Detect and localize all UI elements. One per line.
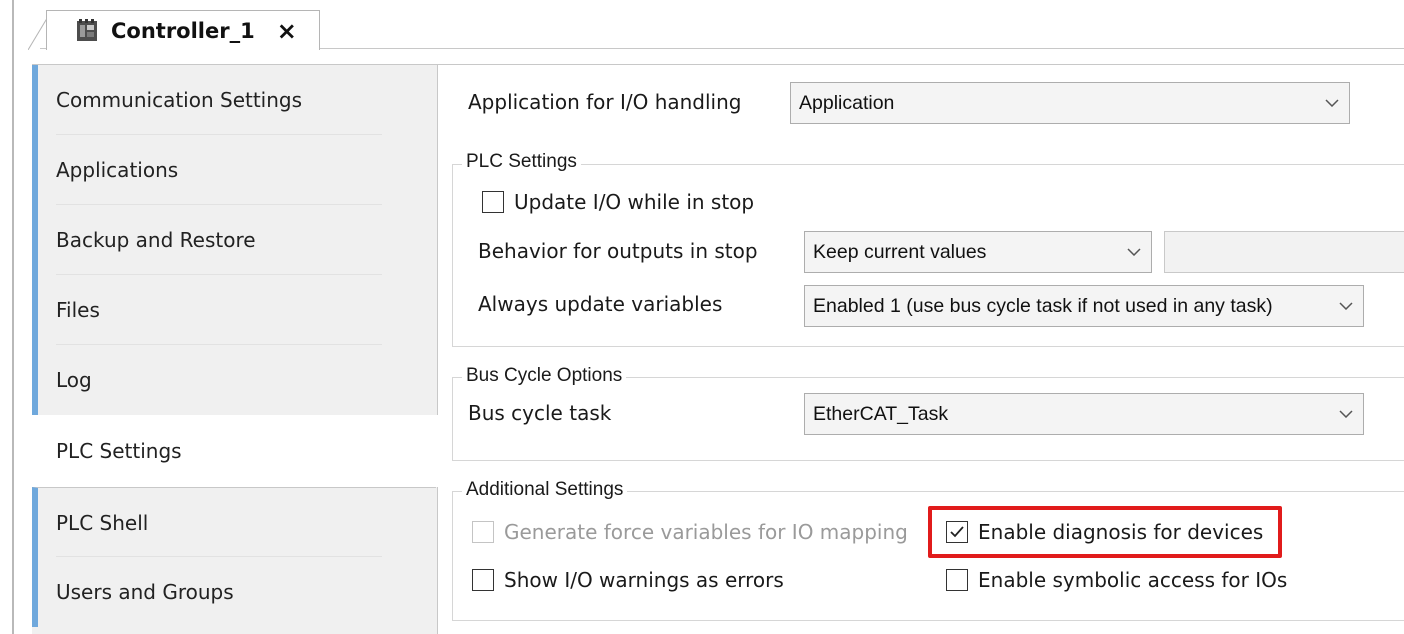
nav-item-label: Files: [56, 298, 100, 322]
checkbox-box: [946, 569, 968, 591]
nav-item-backup-restore[interactable]: Backup and Restore: [32, 205, 436, 275]
chevron-down-icon: [1315, 99, 1349, 107]
nav-item-label: PLC Shell: [56, 510, 149, 535]
app-io-value: Application: [799, 91, 895, 114]
tab-label: Controller_1: [111, 18, 255, 43]
nav-item-label: Communication Settings: [56, 88, 303, 112]
nav-item-label: PLC Settings: [56, 439, 182, 463]
close-icon[interactable]: ×: [277, 19, 297, 43]
always-update-select[interactable]: Enabled 1 (use bus cycle task if not use…: [804, 285, 1364, 327]
show-warnings-label: Show I/O warnings as errors: [504, 568, 784, 592]
nav-item-label: Backup and Restore: [56, 228, 256, 252]
show-warnings-checkbox[interactable]: Show I/O warnings as errors: [472, 568, 784, 592]
editor-left-margin: [0, 0, 14, 634]
bus-cycle-task-select[interactable]: EtherCAT_Task: [804, 393, 1364, 435]
checkbox-box: [482, 191, 504, 213]
symbolic-access-checkbox[interactable]: Enable symbolic access for IOs: [946, 568, 1287, 592]
bus-cycle-task-label: Bus cycle task: [468, 401, 612, 425]
additional-settings-group-title: Additional Settings: [462, 479, 628, 501]
nav-item-plc-settings[interactable]: PLC Settings: [32, 415, 438, 487]
nav-item-applications[interactable]: Applications: [32, 135, 436, 205]
checkbox-box: [472, 521, 494, 543]
nav-item-log[interactable]: Log: [32, 345, 436, 415]
chevron-down-icon: [1329, 410, 1363, 418]
force-variables-checkbox[interactable]: Generate force variables for IO mapping: [472, 520, 908, 544]
chevron-down-icon: [1117, 248, 1151, 256]
nav-item-files[interactable]: Files: [32, 275, 436, 345]
behavior-extra-field[interactable]: [1164, 231, 1404, 273]
bus-cycle-task-value: EtherCAT_Task: [813, 402, 949, 425]
bus-cycle-group-title: Bus Cycle Options: [462, 365, 627, 387]
tab-controller[interactable]: Controller_1 ×: [46, 10, 320, 50]
update-io-checkbox[interactable]: Update I/O while in stop: [482, 190, 754, 214]
nav-item-plc-shell[interactable]: PLC Shell: [32, 487, 436, 557]
update-io-label: Update I/O while in stop: [514, 190, 755, 214]
nav-item-users-groups[interactable]: Users and Groups: [32, 557, 436, 627]
checkbox-box: [472, 569, 494, 591]
app-io-label: Application for I/O handling: [468, 90, 742, 114]
always-update-label: Always update variables: [478, 292, 723, 316]
behavior-outputs-label: Behavior for outputs in stop: [478, 239, 758, 263]
plc-settings-group-title: PLC Settings: [462, 151, 581, 173]
behavior-outputs-select[interactable]: Keep current values: [804, 231, 1152, 273]
nav-item-label: Applications: [56, 158, 179, 182]
controller-icon: [75, 18, 99, 44]
behavior-outputs-value: Keep current values: [813, 240, 987, 263]
nav-item-communication-settings[interactable]: Communication Settings: [32, 65, 436, 135]
nav-item-label: Log: [56, 368, 92, 392]
tab-bar: Controller_1 ×: [16, 0, 1404, 64]
always-update-value: Enabled 1 (use bus cycle task if not use…: [813, 294, 1273, 317]
highlight-box: [928, 506, 1282, 558]
symbolic-access-label: Enable symbolic access for IOs: [978, 568, 1288, 592]
chevron-down-icon: [1329, 302, 1363, 310]
nav-item-label: Users and Groups: [56, 580, 234, 604]
app-io-select[interactable]: Application: [790, 82, 1350, 124]
device-settings-nav: Communication Settings Applications Back…: [32, 64, 438, 634]
force-variables-label: Generate force variables for IO mapping: [504, 520, 908, 544]
